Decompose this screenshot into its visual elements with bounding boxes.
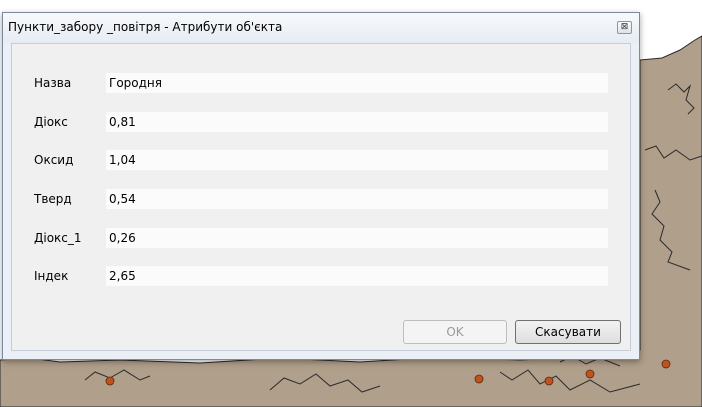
attribute-row-oksyd: Оксид 1,04 [12, 150, 630, 170]
map-point-marker[interactable] [661, 359, 671, 369]
ok-button[interactable]: OK [403, 320, 507, 344]
cancel-button[interactable]: Скасувати [515, 320, 621, 344]
feature-attributes-dialog: Пункти_забору _повітря - Атрибути об'єкт… [2, 12, 640, 360]
attribute-label: Назва [34, 76, 72, 90]
attribute-value-field[interactable]: 1,04 [106, 150, 608, 170]
attribute-row-nazva: Назва Городня [12, 73, 630, 93]
attribute-label: Тверд [34, 192, 72, 206]
map-point-marker[interactable] [585, 369, 595, 379]
attribute-label: Діокс [34, 115, 68, 129]
dialog-title: Пункти_забору _повітря - Атрибути об'єкт… [8, 20, 283, 34]
close-icon: ⊠ [620, 22, 629, 32]
attribute-label: Оксид [34, 153, 74, 167]
attribute-row-indek: Індек 2,65 [12, 266, 630, 286]
attribute-label: Діокс_1 [34, 231, 82, 245]
attribute-value-field[interactable]: 2,65 [106, 266, 608, 286]
attribute-value-field[interactable]: 0,54 [106, 189, 608, 209]
attribute-row-dioks-1: Діокс_1 0,26 [12, 228, 630, 248]
map-point-marker[interactable] [105, 376, 115, 386]
attribute-row-tverd: Тверд 0,54 [12, 189, 630, 209]
attribute-value-field[interactable]: Городня [106, 73, 608, 93]
attribute-value-field[interactable]: 0,26 [106, 228, 608, 248]
attribute-value-field[interactable]: 0,81 [106, 112, 608, 132]
close-button[interactable]: ⊠ [617, 21, 632, 34]
attribute-row-dioks: Діокс 0,81 [12, 112, 630, 132]
attribute-label: Індек [34, 269, 69, 283]
dialog-titlebar[interactable]: Пункти_забору _повітря - Атрибути об'єкт… [3, 13, 639, 43]
map-point-marker[interactable] [544, 376, 554, 386]
dialog-client-area: Назва Городня Діокс 0,81 Оксид 1,04 Твер… [11, 43, 631, 351]
map-point-marker[interactable] [474, 374, 484, 384]
